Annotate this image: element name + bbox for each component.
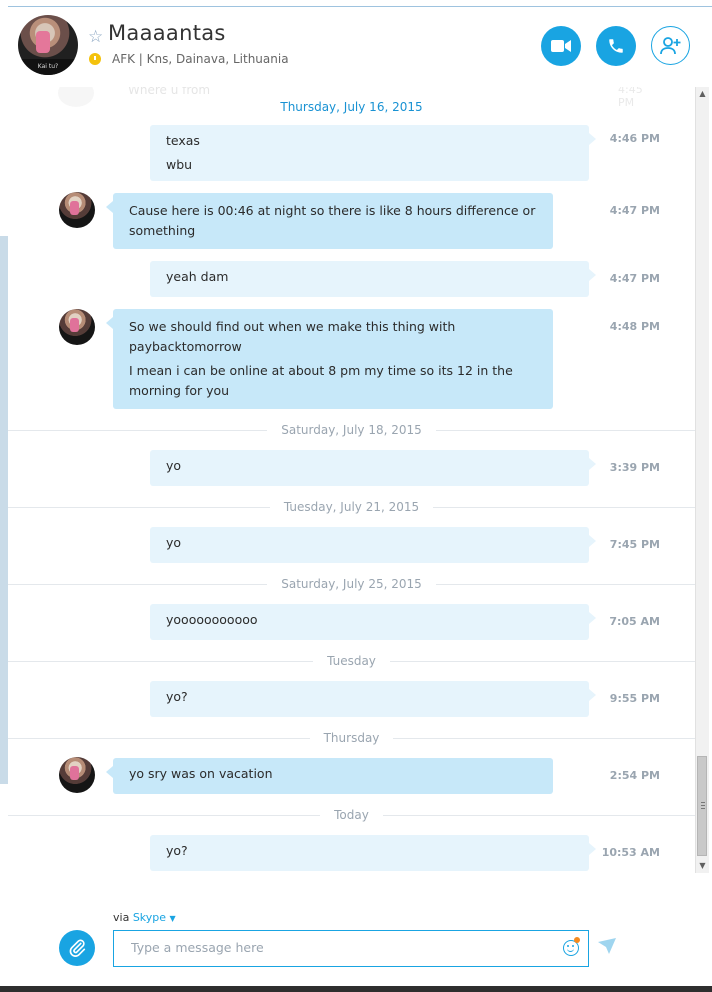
away-status-icon (89, 53, 101, 65)
message-line: I mean i can be online at about 8 pm my … (129, 363, 513, 398)
chevron-down-icon[interactable]: ▼ (170, 914, 176, 923)
outgoing-message-bubble[interactable]: yo? (150, 681, 596, 717)
date-separator: Saturday, July 18, 2015 (8, 423, 695, 437)
contact-avatar-small[interactable] (59, 192, 95, 228)
favorite-star-icon[interactable]: ☆ (88, 27, 103, 47)
date-label: Tuesday, July 21, 2015 (269, 500, 434, 514)
contact-avatar[interactable]: Kai tu? (18, 15, 78, 75)
notification-dot (574, 937, 580, 943)
left-pane-edge (0, 236, 8, 784)
message-timestamp: 2:54 PM (609, 769, 660, 782)
message-line: yo (166, 458, 182, 473)
audio-call-button[interactable] (596, 26, 636, 66)
date-label: Tuesday (313, 654, 390, 668)
contact-avatar-small[interactable] (59, 757, 95, 793)
message-line: yo? (166, 689, 188, 704)
message-line: yo (166, 535, 182, 550)
outgoing-message-bubble[interactable]: texas wbu (150, 125, 596, 181)
conversation-scrollbar[interactable]: ▲ ▼ (695, 87, 709, 873)
message-line: Cause here is 00:46 at night so there is… (129, 203, 536, 238)
message-line: texas (166, 133, 200, 148)
message-timestamp: 7:45 PM (609, 538, 660, 551)
outgoing-message-bubble[interactable]: yooooooooooo (150, 604, 596, 640)
send-arrow-icon (598, 938, 616, 954)
avatar-figure (70, 766, 79, 780)
date-label: Thursday (309, 731, 394, 745)
emoji-mouth (567, 948, 574, 952)
avatar-caption: Kai tu? (18, 59, 78, 75)
window-bottom-border (0, 986, 712, 992)
message-line: yo sry was on vacation (129, 766, 273, 781)
date-label: Saturday, July 18, 2015 (267, 423, 436, 437)
contact-name[interactable]: Maaaantas (108, 21, 226, 45)
paperclip-icon (69, 939, 86, 957)
conversation-history[interactable]: Where u from 4:45 PM Thursday, July 16, … (8, 87, 695, 887)
message-line: yooooooooooo (166, 612, 258, 627)
outgoing-message-bubble[interactable]: yo (150, 527, 596, 563)
message-line: wbu (166, 157, 193, 172)
message-line: yo? (166, 843, 188, 858)
contact-avatar-small[interactable] (59, 309, 95, 345)
date-label: Saturday, July 25, 2015 (267, 577, 436, 591)
date-separator: Today (8, 808, 695, 822)
conversation-header: Kai tu? ☆ Maaaantas AFK | Kns, Dainava, … (8, 7, 708, 87)
outgoing-message-bubble[interactable]: yeah dam (150, 261, 596, 297)
date-separator: Saturday, July 25, 2015 (8, 577, 695, 591)
window-top-border (0, 0, 712, 7)
message-input[interactable] (129, 939, 553, 956)
incoming-message-bubble[interactable]: So we should find out when we make this … (106, 309, 553, 409)
message-timestamp: 4:46 PM (609, 132, 660, 145)
outgoing-message-bubble[interactable]: yo (150, 450, 596, 486)
message-timestamp: 3:39 PM (609, 461, 660, 474)
service-name[interactable]: Skype (133, 911, 166, 924)
date-label: Thursday, July 16, 2015 (266, 100, 437, 114)
scroll-up-arrow-icon[interactable]: ▲ (696, 87, 709, 101)
avatar-figure (36, 31, 50, 53)
message-line: yeah dam (166, 269, 229, 284)
via-label: via (113, 911, 130, 924)
add-people-button[interactable] (651, 26, 690, 65)
phone-icon (609, 39, 623, 53)
date-separator: Thursday (8, 731, 695, 745)
message-timestamp: 4:48 PM (609, 320, 660, 333)
avatar-figure (70, 201, 79, 215)
message-timestamp: 10:53 AM (601, 846, 660, 859)
scroll-down-arrow-icon[interactable]: ▼ (696, 859, 709, 873)
message-timestamp: 9:55 PM (609, 692, 660, 705)
message-timestamp: 4:47 PM (609, 272, 660, 285)
contact-mood-location: AFK | Kns, Dainava, Lithuania (112, 52, 289, 66)
emoji-eye (572, 945, 574, 947)
faded-message-text: Where u from (128, 87, 211, 97)
thumb-grip (701, 808, 705, 809)
incoming-message-bubble[interactable]: yo sry was on vacation (106, 758, 553, 794)
video-camera-icon (551, 40, 571, 52)
send-button[interactable] (598, 938, 616, 958)
outgoing-message-bubble[interactable]: yo? (150, 835, 596, 871)
emoji-eye (567, 945, 569, 947)
attach-file-button[interactable] (59, 930, 95, 966)
avatar-figure (70, 318, 79, 332)
thumb-grip (701, 805, 705, 806)
date-separator: Tuesday (8, 654, 695, 668)
message-line: So we should find out when we make this … (129, 319, 456, 354)
via-service-selector[interactable]: via Skype ▼ (113, 911, 176, 924)
video-call-button[interactable] (541, 26, 581, 66)
message-compose-box[interactable] (113, 930, 589, 967)
date-separator: Tuesday, July 21, 2015 (8, 500, 695, 514)
date-label: Today (320, 808, 383, 822)
add-person-icon (659, 36, 680, 54)
message-timestamp: 7:05 AM (609, 615, 660, 628)
thumb-grip (701, 802, 705, 803)
scrollbar-thumb[interactable] (697, 756, 707, 856)
incoming-message-bubble[interactable]: Cause here is 00:46 at night so there is… (106, 193, 553, 249)
date-separator: Thursday, July 16, 2015 (8, 100, 695, 114)
message-timestamp: 4:47 PM (609, 204, 660, 217)
emoticon-picker-icon[interactable] (563, 937, 580, 956)
